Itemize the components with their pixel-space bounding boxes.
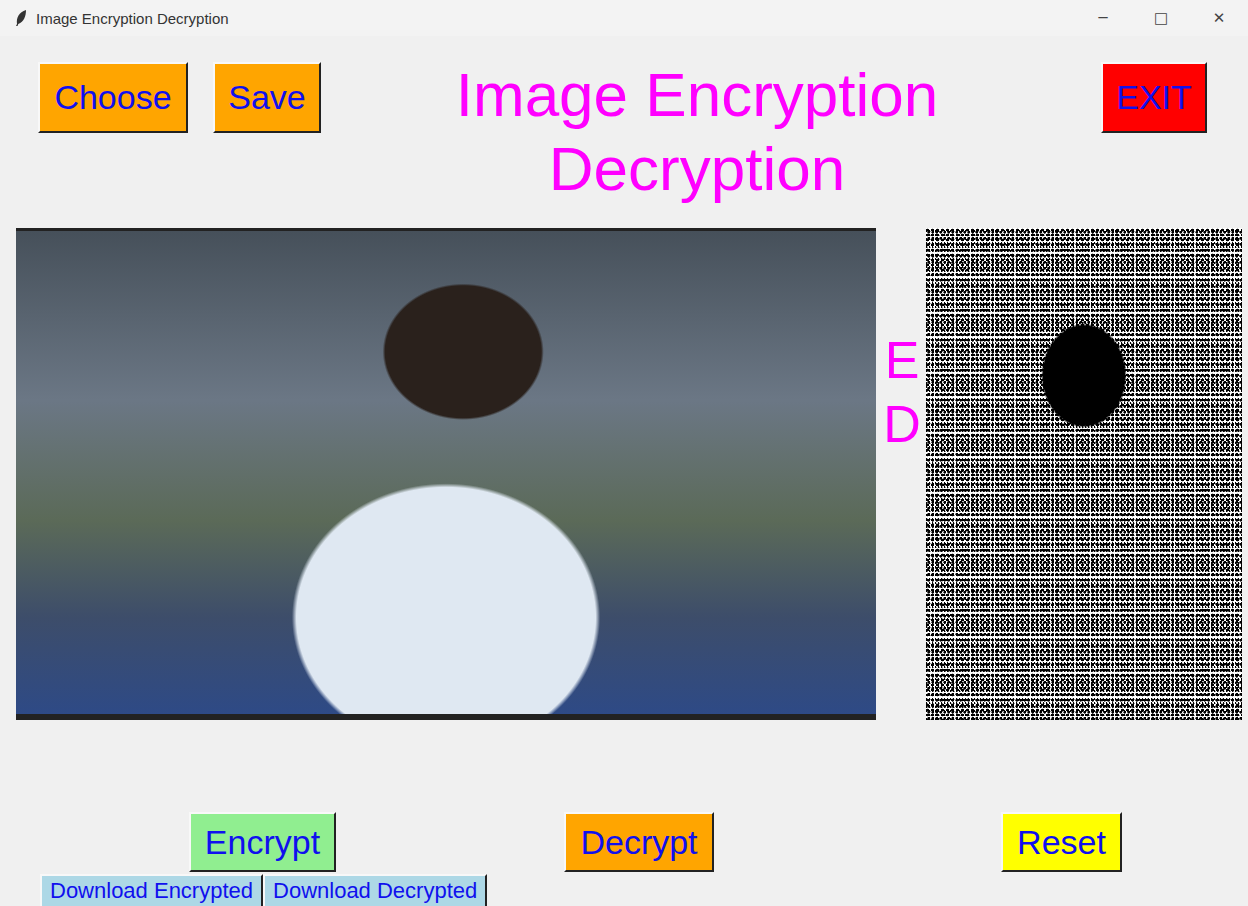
label-line: D [883,392,921,456]
close-button[interactable]: ✕ [1190,9,1248,27]
window-title: Image Encryption Decryption [36,10,1074,27]
minimize-button[interactable]: ─ [1074,9,1132,27]
action-row: Encrypt Decrypt Reset [0,812,1248,872]
image-row: ED [0,228,1248,720]
save-button[interactable]: Save [213,62,321,133]
choose-button[interactable]: Choose [38,62,188,133]
maximize-button[interactable]: □ [1132,9,1190,27]
heading-line: Decryption [549,132,845,206]
app-heading: Image EncryptionDecryption [321,58,1101,206]
exit-button[interactable]: EXIT [1101,62,1207,133]
encrypted-image [926,228,1242,720]
encrypt-button[interactable]: Encrypt [189,812,336,872]
original-image [16,228,876,720]
title-bar: Image Encryption Decryption─□✕ [0,0,1248,36]
reset-button[interactable]: Reset [1001,812,1122,872]
image-label: ED [880,228,924,720]
download-row: Download EncryptedDownload Decrypted [40,874,1248,906]
header-row: ChooseSaveImage EncryptionDecryptionEXIT [0,62,1248,228]
label-line: E [885,328,920,392]
download-button[interactable]: Download Encrypted [40,874,263,906]
download-button[interactable]: Download Decrypted [263,874,487,906]
heading-line: Image Encryption [456,58,938,132]
decrypt-button[interactable]: Decrypt [564,812,714,872]
feather-icon [14,9,28,27]
